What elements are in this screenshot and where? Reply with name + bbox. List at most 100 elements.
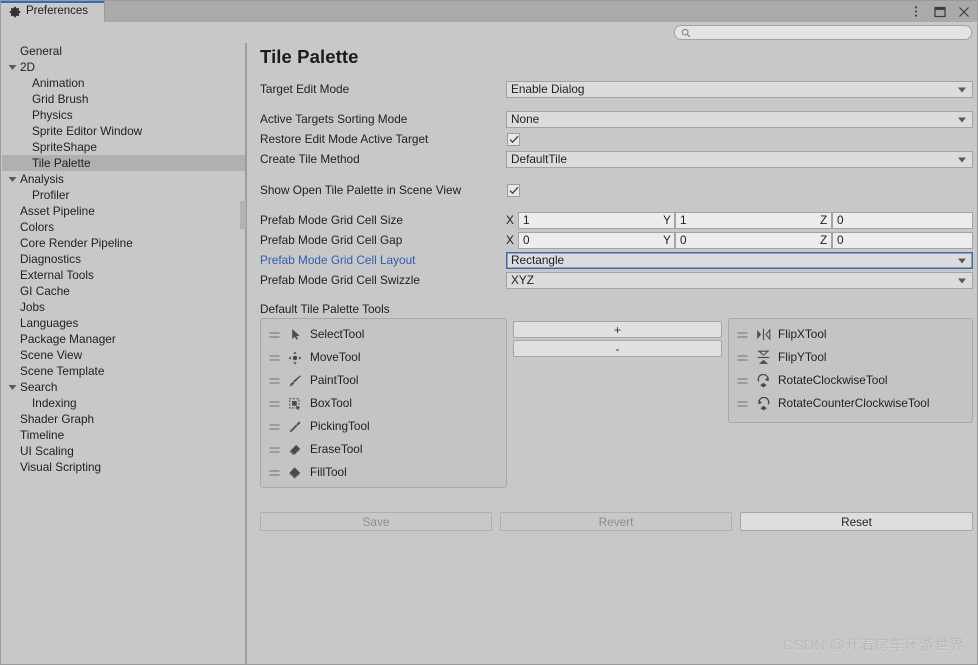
sidebar-item-visual-scripting[interactable]: Visual Scripting — [2, 459, 245, 475]
sidebar-item-core-render-pipeline[interactable]: Core Render Pipeline — [2, 235, 245, 251]
move-arrows-icon — [287, 351, 303, 365]
drag-handle-icon[interactable] — [269, 423, 280, 431]
watermark: CSDN @开着房车环游世界 — [782, 638, 964, 654]
search-strip — [1, 22, 977, 43]
drag-handle-icon[interactable] — [269, 354, 280, 362]
sidebar-item-package-manager[interactable]: Package Manager — [2, 331, 245, 347]
sidebar-item-sprite-editor-window[interactable]: Sprite Editor Window — [2, 123, 245, 139]
more-options-icon[interactable] — [909, 5, 922, 18]
settings-tree[interactable]: General 2D Animation Grid Brush Physics Sprit… — [2, 43, 245, 664]
revert-button[interactable]: Revert — [500, 512, 732, 531]
checkbox-show-open-tile-palette[interactable] — [507, 184, 520, 197]
numfield-cell-size-y[interactable]: 1 — [675, 212, 832, 229]
sidebar-item-animation[interactable]: Animation — [2, 75, 245, 91]
drag-handle-icon[interactable] — [269, 446, 280, 454]
tool-list-item[interactable]: PickingTool — [261, 415, 506, 438]
expand-triangle-icon[interactable] — [6, 176, 19, 183]
tool-name: EraseTool — [310, 442, 363, 456]
tool-list-item[interactable]: FlipYTool — [729, 346, 972, 369]
search-input[interactable] — [695, 26, 971, 39]
sidebar-item-label: Asset Pipeline — [20, 204, 95, 218]
dropdown-value: DefaultTile — [511, 152, 567, 166]
drag-handle-icon[interactable] — [737, 400, 748, 408]
dropdown-prefab-grid-cell-layout[interactable]: Rectangle — [506, 252, 973, 269]
sidebar-item-diagnostics[interactable]: Diagnostics — [2, 251, 245, 267]
drag-handle-icon[interactable] — [269, 400, 280, 408]
sidebar-item-indexing[interactable]: Indexing — [2, 395, 245, 411]
label-default-tile-palette-tools: Default Tile Palette Tools — [260, 302, 390, 316]
sidebar-item-tile-palette[interactable]: Tile Palette — [2, 155, 245, 171]
sidebar-item-profiler[interactable]: Profiler — [2, 187, 245, 203]
label-show-open-tile-palette: Show Open Tile Palette in Scene View — [260, 183, 462, 197]
numfield-cell-size-z[interactable]: 0 — [832, 212, 973, 229]
sidebar-item-label: Scene Template — [20, 364, 105, 378]
sidebar-item-asset-pipeline[interactable]: Asset Pipeline — [2, 203, 245, 219]
numfield-cell-gap-z[interactable]: 0 — [832, 232, 973, 249]
sidebar-item-general[interactable]: General — [2, 43, 245, 59]
tool-list-item[interactable]: RotateCounterClockwiseTool — [729, 392, 972, 415]
save-button[interactable]: Save — [260, 512, 492, 531]
dropdown-create-tile-method[interactable]: DefaultTile — [506, 151, 973, 168]
sidebar-item-gi-cache[interactable]: GI Cache — [2, 283, 245, 299]
tool-name: PickingTool — [310, 419, 370, 433]
tab-preferences[interactable]: Preferences — [1, 1, 105, 22]
splitter-grip[interactable] — [240, 201, 247, 229]
add-tool-button[interactable]: + — [513, 321, 722, 338]
numfield-cell-gap-x[interactable]: 0 — [518, 232, 675, 249]
sidebar-item-2d[interactable]: 2D — [2, 59, 245, 75]
sidebar-item-ui-scaling[interactable]: UI Scaling — [2, 443, 245, 459]
tool-name: FillTool — [310, 465, 347, 479]
sidebar-item-scene-view[interactable]: Scene View — [2, 347, 245, 363]
sidebar-item-analysis[interactable]: Analysis — [2, 171, 245, 187]
drag-handle-icon[interactable] — [269, 469, 280, 477]
sidebar-item-physics[interactable]: Physics — [2, 107, 245, 123]
tool-list-item[interactable]: PaintTool — [261, 369, 506, 392]
search-box[interactable] — [674, 25, 972, 40]
tool-list-item[interactable]: FlipXTool — [729, 323, 972, 346]
reset-button[interactable]: Reset — [740, 512, 973, 531]
sidebar-item-timeline[interactable]: Timeline — [2, 427, 245, 443]
numfield-cell-gap-y[interactable]: 0 — [675, 232, 832, 249]
checkbox-restore-edit-mode-active-target[interactable] — [507, 133, 520, 146]
label-prefab-grid-cell-gap: Prefab Mode Grid Cell Gap — [260, 233, 403, 247]
dropdown-prefab-grid-cell-swizzle[interactable]: XYZ — [506, 272, 973, 289]
label-prefab-grid-cell-swizzle: Prefab Mode Grid Cell Swizzle — [260, 273, 420, 287]
tool-list-active[interactable]: SelectTool MoveTool PaintTool BoxTool Pickin… — [260, 318, 507, 488]
tool-list-item[interactable]: EraseTool — [261, 438, 506, 461]
drag-handle-icon[interactable] — [737, 331, 748, 339]
close-icon[interactable] — [957, 5, 970, 18]
drag-handle-icon[interactable] — [737, 377, 748, 385]
sidebar-item-grid-brush[interactable]: Grid Brush — [2, 91, 245, 107]
flip-horizontal-icon — [755, 328, 771, 341]
expand-triangle-icon[interactable] — [6, 384, 19, 391]
tool-list-item[interactable]: FillTool — [261, 461, 506, 484]
tool-list-available[interactable]: FlipXTool FlipYTool RotateClockwiseTool Rot… — [728, 318, 973, 423]
tool-list-item[interactable]: SelectTool — [261, 323, 506, 346]
sidebar-item-jobs[interactable]: Jobs — [2, 299, 245, 315]
drag-handle-icon[interactable] — [269, 331, 280, 339]
sidebar-item-scene-template[interactable]: Scene Template — [2, 363, 245, 379]
remove-tool-button[interactable]: - — [513, 340, 722, 357]
maximize-icon[interactable] — [933, 5, 946, 18]
drag-handle-icon[interactable] — [737, 354, 748, 362]
sidebar-item-languages[interactable]: Languages — [2, 315, 245, 331]
tool-list-item[interactable]: RotateClockwiseTool — [729, 369, 972, 392]
sidebar-item-search[interactable]: Search — [2, 379, 245, 395]
numfield-cell-size-x[interactable]: 1 — [518, 212, 675, 229]
drag-handle-icon[interactable] — [269, 377, 280, 385]
axis-label-x: X — [506, 233, 514, 247]
dropdown-target-edit-mode[interactable]: Enable Dialog — [506, 81, 973, 98]
expand-triangle-icon[interactable] — [6, 64, 19, 71]
sidebar-item-colors[interactable]: Colors — [2, 219, 245, 235]
tool-list-item[interactable]: MoveTool — [261, 346, 506, 369]
dropdown-active-targets-sorting-mode[interactable]: None — [506, 111, 973, 128]
dropdown-value: Enable Dialog — [511, 82, 585, 96]
dropdown-value: None — [511, 112, 540, 126]
tool-list-item[interactable]: BoxTool — [261, 392, 506, 415]
check-icon — [509, 135, 518, 144]
box-select-icon — [287, 397, 303, 411]
sidebar-item-label: 2D — [20, 60, 36, 74]
sidebar-item-external-tools[interactable]: External Tools — [2, 267, 245, 283]
sidebar-item-shader-graph[interactable]: Shader Graph — [2, 411, 245, 427]
sidebar-item-spriteshape[interactable]: SpriteShape — [2, 139, 245, 155]
